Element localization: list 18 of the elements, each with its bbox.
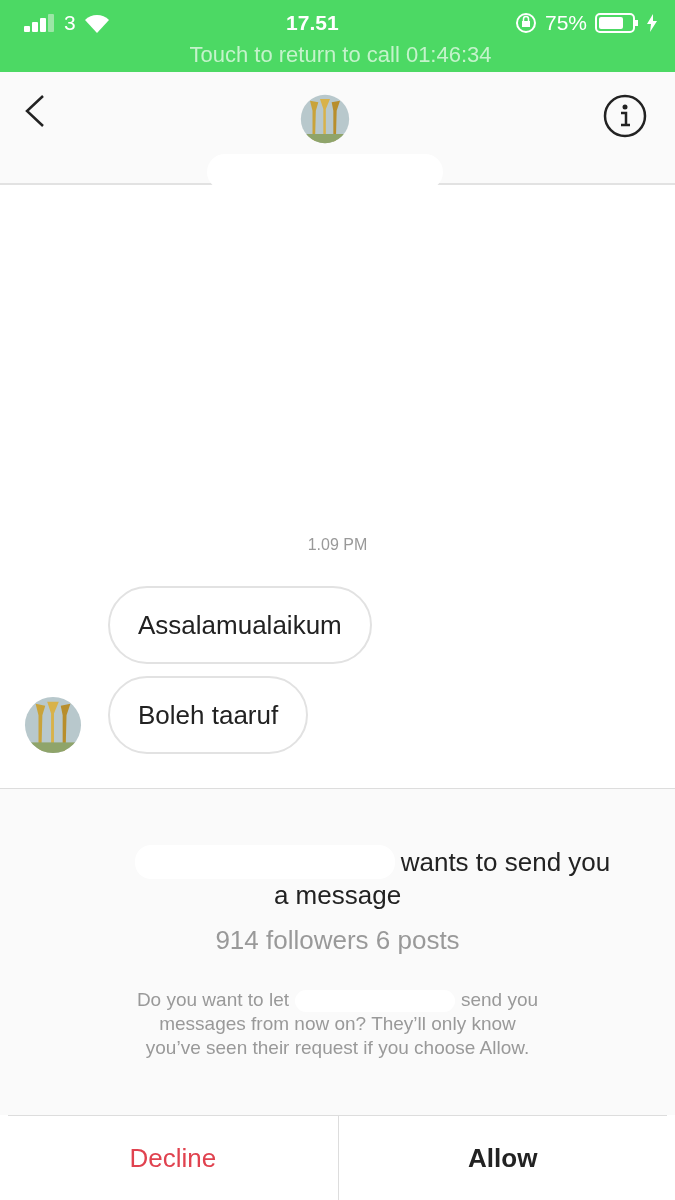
message-bubble: Boleh taaruf: [108, 676, 309, 754]
message-bubble: Assalamualaikum: [108, 586, 372, 664]
request-question: Do you want to let: [136, 989, 289, 1010]
back-icon[interactable]: [24, 94, 46, 128]
clock-time: 17.51: [286, 11, 339, 35]
carrier-name: 3: [64, 11, 76, 35]
request-question: messages from now on? They’ll only know you’ve seen their request if you choose Allow.: [144, 1012, 531, 1060]
wifi-icon: [83, 13, 110, 33]
request-title: wants to send you: [400, 846, 611, 878]
info-icon[interactable]: [603, 94, 647, 138]
message-timestamp: 1.09 PM: [307, 536, 368, 554]
signal-icon: [24, 14, 56, 32]
request-title: a message: [273, 879, 402, 911]
request-question: send you: [461, 989, 539, 1010]
rotation-lock-icon: [514, 12, 537, 34]
battery-percent: 75%: [544, 11, 587, 35]
profile-stats: 914 followers 6 posts: [215, 925, 460, 956]
battery-icon: [595, 13, 639, 33]
